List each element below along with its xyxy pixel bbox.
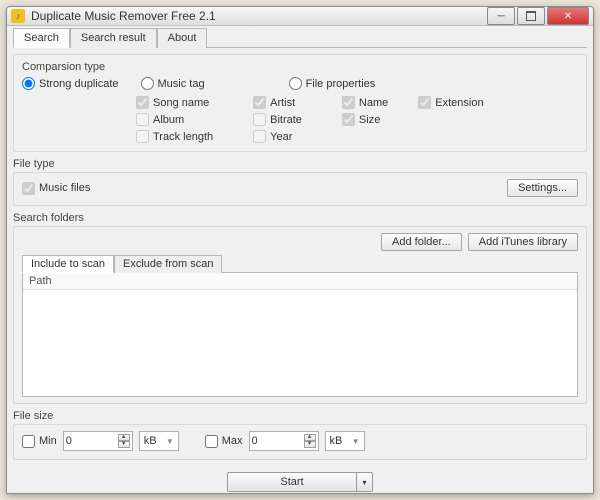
chevron-down-icon: ▼	[166, 437, 174, 446]
check-album[interactable]: Album	[136, 113, 213, 126]
filetype-group: Music files Settings...	[13, 172, 587, 206]
radio-fileprops-input[interactable]	[289, 77, 302, 90]
max-unit-select[interactable]: kB▼	[325, 431, 365, 451]
check-music-files[interactable]: Music files	[22, 182, 90, 195]
max-spinner[interactable]: ▲▼	[304, 434, 316, 448]
start-button[interactable]: Start ▾	[227, 472, 373, 492]
minimize-button[interactable]: ─	[487, 7, 515, 25]
max-value-field[interactable]	[252, 435, 300, 447]
titlebar[interactable]: ♪ Duplicate Music Remover Free 2.1 ─ ✕	[7, 7, 593, 26]
radio-strong-input[interactable]	[22, 77, 35, 90]
check-max[interactable]: Max	[205, 435, 243, 448]
filetype-label: File type	[13, 158, 587, 170]
check-size[interactable]: Size	[342, 113, 388, 126]
min-unit-select[interactable]: kB▼	[139, 431, 179, 451]
comparison-checks: Song name Album Track length Artist Bitr…	[136, 96, 578, 143]
app-icon: ♪	[11, 9, 25, 23]
add-itunes-button[interactable]: Add iTunes library	[468, 233, 578, 251]
comparison-group: Comparsion type Strong duplicate Music t…	[13, 54, 587, 152]
settings-button[interactable]: Settings...	[507, 179, 578, 197]
comparison-label: Comparsion type	[22, 61, 578, 73]
content-area: Search Search result About Comparsion ty…	[7, 26, 593, 494]
filesize-group: Min ▲▼ kB▼ Max ▲▼ kB▼	[13, 424, 587, 460]
max-value-input[interactable]: ▲▼	[249, 431, 319, 451]
comparison-radios: Strong duplicate Music tag File properti…	[22, 77, 578, 90]
check-year[interactable]: Year	[253, 130, 302, 143]
start-button-dropdown[interactable]: ▾	[357, 472, 373, 492]
radio-musictag-input[interactable]	[141, 77, 154, 90]
check-song-name[interactable]: Song name	[136, 96, 213, 109]
window-title: Duplicate Music Remover Free 2.1	[31, 9, 485, 23]
path-column-header: Path	[23, 273, 577, 290]
folders-group: Add folder... Add iTunes library Include…	[13, 226, 587, 404]
tab-search[interactable]: Search	[13, 28, 70, 48]
radio-file-properties[interactable]: File properties	[289, 77, 376, 90]
add-folder-button[interactable]: Add folder...	[381, 233, 462, 251]
check-track-length[interactable]: Track length	[136, 130, 213, 143]
min-value-input[interactable]: ▲▼	[63, 431, 133, 451]
radio-strong-duplicate[interactable]: Strong duplicate	[22, 77, 119, 90]
start-row: Start ▾	[13, 472, 587, 492]
maximize-button[interactable]	[517, 7, 545, 25]
check-bitrate[interactable]: Bitrate	[253, 113, 302, 126]
chevron-down-icon: ▼	[352, 437, 360, 446]
check-artist[interactable]: Artist	[253, 96, 302, 109]
folder-subtabs: Include to scan Exclude from scan	[22, 255, 578, 273]
min-spinner[interactable]: ▲▼	[118, 434, 130, 448]
tab-about[interactable]: About	[157, 28, 208, 48]
check-name[interactable]: Name	[342, 96, 388, 109]
app-window: ♪ Duplicate Music Remover Free 2.1 ─ ✕ S…	[6, 6, 594, 494]
radio-music-tag[interactable]: Music tag	[141, 77, 205, 90]
close-button[interactable]: ✕	[547, 7, 589, 25]
main-tabs: Search Search result About	[13, 28, 587, 48]
subtab-exclude[interactable]: Exclude from scan	[114, 255, 222, 273]
filesize-label: File size	[13, 410, 587, 422]
window-controls: ─ ✕	[485, 7, 589, 25]
check-min[interactable]: Min	[22, 435, 57, 448]
min-value-field[interactable]	[66, 435, 114, 447]
start-button-main[interactable]: Start	[227, 472, 357, 492]
check-extension[interactable]: Extension	[418, 96, 483, 109]
subtab-include[interactable]: Include to scan	[22, 255, 114, 273]
folders-label: Search folders	[13, 212, 587, 224]
tab-search-result[interactable]: Search result	[70, 28, 157, 48]
path-list[interactable]: Path	[22, 273, 578, 397]
